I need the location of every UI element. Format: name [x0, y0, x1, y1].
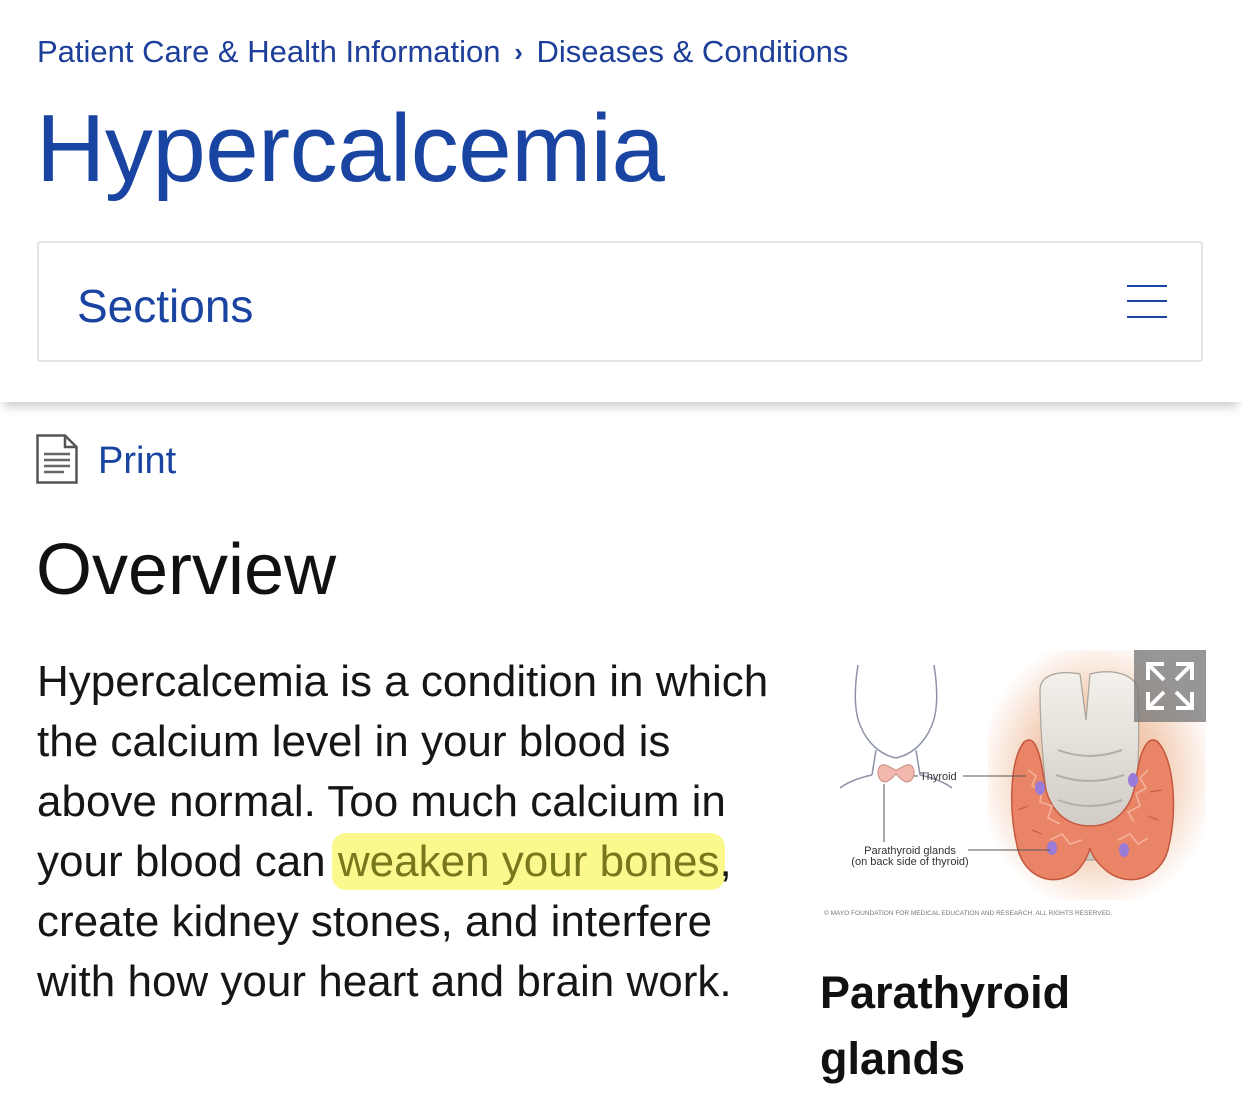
- figure-caption: Parathyroid glands: [820, 967, 1071, 1084]
- sections-bar: Sections: [0, 232, 1242, 402]
- chevron-right-icon: ›: [514, 36, 523, 67]
- thyroid-label: Thyroid: [920, 771, 957, 783]
- parathyroid-sublabel: (on back side of thyroid): [851, 856, 968, 868]
- overview-heading: Overview: [36, 530, 337, 610]
- document-icon: [36, 433, 78, 489]
- breadcrumb-item-patient-care[interactable]: Patient Care & Health Information: [37, 34, 501, 70]
- copyright-notice: © MAYO FOUNDATION FOR MEDICAL EDUCATION …: [824, 909, 1113, 917]
- sections-dropdown[interactable]: Sections: [37, 241, 1203, 362]
- hamburger-menu-icon[interactable]: [1127, 283, 1167, 319]
- page-title: Hypercalcemia: [36, 95, 665, 202]
- expand-icon: [1146, 662, 1194, 710]
- breadcrumb: Patient Care & Health Information › Dise…: [37, 30, 848, 74]
- expand-image-button[interactable]: [1134, 650, 1206, 722]
- highlighted-text: weaken your bones: [331, 833, 726, 890]
- print-link[interactable]: Print: [36, 433, 177, 489]
- breadcrumb-item-diseases-conditions[interactable]: Diseases & Conditions: [537, 34, 849, 70]
- print-label: Print: [98, 439, 177, 482]
- overview-paragraph: Hypercalcemia is a condition in which th…: [37, 652, 797, 1012]
- sections-label: Sections: [77, 280, 254, 332]
